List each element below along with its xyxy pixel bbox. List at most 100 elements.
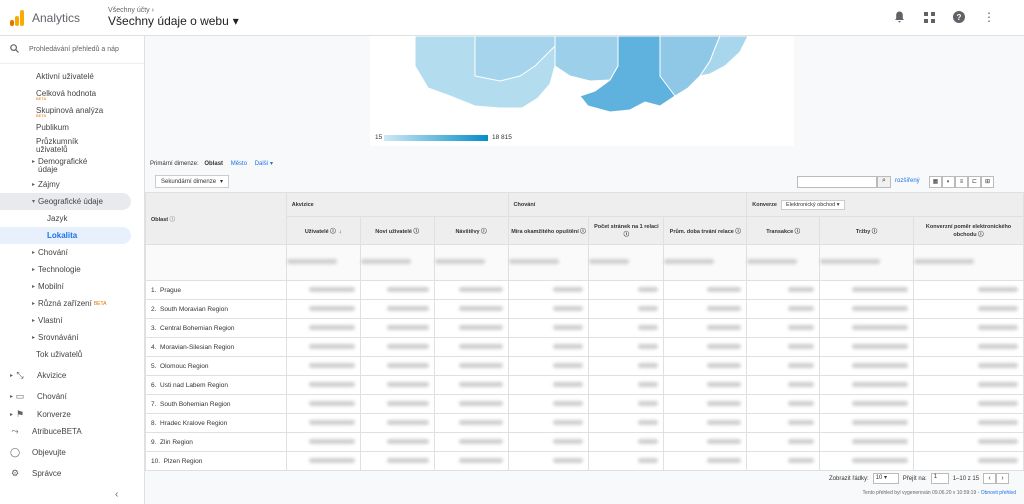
group-acquisition: Akvizice [285,192,509,217]
pie-view-icon[interactable]: ◐ [942,176,955,188]
blurred-value [386,419,429,425]
advanced-filter-link[interactable]: rozšířený [895,178,920,184]
sidebar-item-cohort-analysis[interactable]: Skupinová analýza BETA [0,102,144,119]
blurred-value [978,400,1018,406]
goto-page-input[interactable]: 1 [930,473,949,484]
table-row: 8. Hradec Kralove Region [145,413,1024,433]
nav-attribution[interactable]: ⤳ AtribuceBETA [0,421,144,442]
row-label[interactable]: 5. Olomouc Region [145,356,287,376]
report-search[interactable]: Prohledávání přehledů a náp [0,36,144,64]
collapse-sidebar-icon[interactable]: ‹ [115,489,118,500]
comparison-view-icon[interactable]: ⊏ [968,176,981,188]
sidebar-item-language[interactable]: Jazyk [0,210,144,227]
table-view-icon[interactable]: ▦ [929,176,942,188]
pivot-view-icon[interactable]: ⊞ [981,176,994,188]
primary-dimension-bar: Primární dimenze: Oblast Město Další ▾ [150,161,274,167]
search-icon[interactable]: ⌕ [877,176,891,188]
prev-page-icon[interactable]: ‹ [983,473,997,484]
main-content: 15 18 815 Primární dimenze: Oblast Město… [145,35,1024,504]
beta-badge: BETA [36,96,47,101]
blurred-value [308,419,355,425]
nav-conversions[interactable]: ▸ ⚑ Konverze [0,407,144,421]
sidebar-item-cross-device[interactable]: ▸ Různá zařízení BETA [0,295,144,312]
col-revenue[interactable]: Tržby ⓘ [819,216,915,245]
col-users[interactable]: Uživatelé ⓘ ↓ [285,216,361,245]
blurred-value [978,324,1018,330]
row-label[interactable]: 3. Central Bohemian Region [145,318,287,338]
more-vert-icon[interactable]: ⋮ [982,10,996,24]
secondary-dimension-select[interactable]: Sekundární dimenze ▾ [155,175,230,188]
blurred-value [852,286,909,292]
col-bounce-rate[interactable]: Míra okamžitého opuštění ⓘ [507,216,590,245]
blurred-value [788,305,815,311]
chevron-down-icon[interactable]: ▾ [233,14,239,28]
sidebar: Prohledávání přehledů a náp Aktivní uživ… [0,36,145,504]
table-row: 1. Prague [145,280,1024,300]
row-label[interactable]: 9. Zlin Region [145,432,287,452]
report-search-input[interactable]: Prohledávání přehledů a náp [29,46,119,53]
sidebar-item-technology[interactable]: ▸ Technologie [0,261,144,278]
sidebar-item-location[interactable]: Lokalita [0,227,131,244]
blurred-value [638,324,659,330]
sidebar-item-demographics[interactable]: ▸ Demografické údaje [0,156,144,176]
rows-per-page-select[interactable]: 10 ▾ [872,473,899,484]
col-conversion-rate[interactable]: Konverzní poměr elektronického obchodu ⓘ [913,216,1024,245]
col-sessions[interactable]: Návštěvy ⓘ [433,216,509,245]
sidebar-item-geo[interactable]: ▾ Geografické údaje [0,193,131,210]
sidebar-item-audiences[interactable]: Publikum [0,119,144,136]
sidebar-item-interests[interactable]: ▸ Zájmy [0,176,144,193]
account-selector[interactable]: Všechny účty › Všechny údaje o webu ▾ [108,7,239,28]
totals-row [145,244,1024,281]
nav-discover[interactable]: ◯ Objevujte [0,442,144,463]
czech-map[interactable] [370,35,794,146]
blurred-value [852,400,909,406]
row-label[interactable]: 6. Usti nad Labem Region [145,375,287,395]
row-label[interactable]: 8. Hradec Kralove Region [145,413,287,433]
table-search-input[interactable] [797,176,877,188]
sidebar-item-user-explorer[interactable]: Průzkumník uživatelů [0,136,144,156]
sidebar-item-behavior[interactable]: ▸ Chování [0,244,144,261]
property-name[interactable]: Všechny údaje o webu [108,14,229,28]
dimension-city-link[interactable]: Město [231,161,247,167]
expand-icon: ▸ [10,411,14,418]
sidebar-item-active-users[interactable]: Aktivní uživatelé [0,68,144,85]
sidebar-item-users-flow[interactable]: Tok uživatelů [0,346,144,363]
blurred-value [638,381,659,387]
apps-grid-icon[interactable] [922,10,936,24]
refresh-report-link[interactable]: Obnovit přehled [981,490,1016,496]
blurred-value [458,381,503,387]
col-transactions[interactable]: Transakce ⓘ [746,216,821,245]
blurred-value [386,362,429,368]
bell-icon[interactable] [892,10,906,24]
row-label[interactable]: 2. South Moravian Region [145,299,287,319]
conversion-select[interactable]: Elektronický obchod ▾ [781,199,845,210]
sidebar-item-lifetime-value[interactable]: Celková hodnota BETA [0,85,144,102]
nav-admin[interactable]: ⚙ Správce [0,463,144,484]
help-icon[interactable]: ? [952,10,966,24]
nav-behavior[interactable]: ▸ ▭ Chování [0,386,144,407]
dim-header[interactable]: Oblast ⓘ [145,192,287,245]
nav-acquisition[interactable]: ▸ ⤡ Akvizice [0,365,144,386]
sidebar-item-mobile[interactable]: ▸ Mobilní [0,278,144,295]
blurred-value [458,400,503,406]
row-label[interactable]: 7. South Bohemian Region [145,394,287,414]
col-pages-per-session[interactable]: Počet stránek na 1 relaci ⓘ [588,216,665,245]
col-new-users[interactable]: Noví uživatelé ⓘ [359,216,435,245]
blurred-value [707,457,742,463]
dimension-more-link[interactable]: Další ▾ [255,161,273,167]
bar-view-icon[interactable]: ≡ [955,176,968,188]
blurred-value [589,259,630,264]
next-page-icon[interactable]: › [996,473,1010,484]
blurred-value [664,259,715,264]
sidebar-item-benchmarking[interactable]: ▸ Srovnávání [0,329,144,346]
row-label[interactable]: 4. Moravian-Silesian Region [145,337,287,357]
help-icon: ⓘ [169,216,176,223]
row-label[interactable]: 10. Plzen Region [145,451,287,471]
col-avg-session-duration[interactable]: Prům. doba trvání relace ⓘ [663,216,748,245]
beta-badge: BETA [93,300,107,307]
geo-map[interactable]: 15 18 815 [370,35,794,146]
row-label[interactable]: 1. Prague [145,280,287,300]
account-crumb[interactable]: Všechny účty [108,7,150,14]
expand-icon: ▸ [32,267,36,273]
sidebar-item-custom[interactable]: ▸ Vlastní [0,312,144,329]
